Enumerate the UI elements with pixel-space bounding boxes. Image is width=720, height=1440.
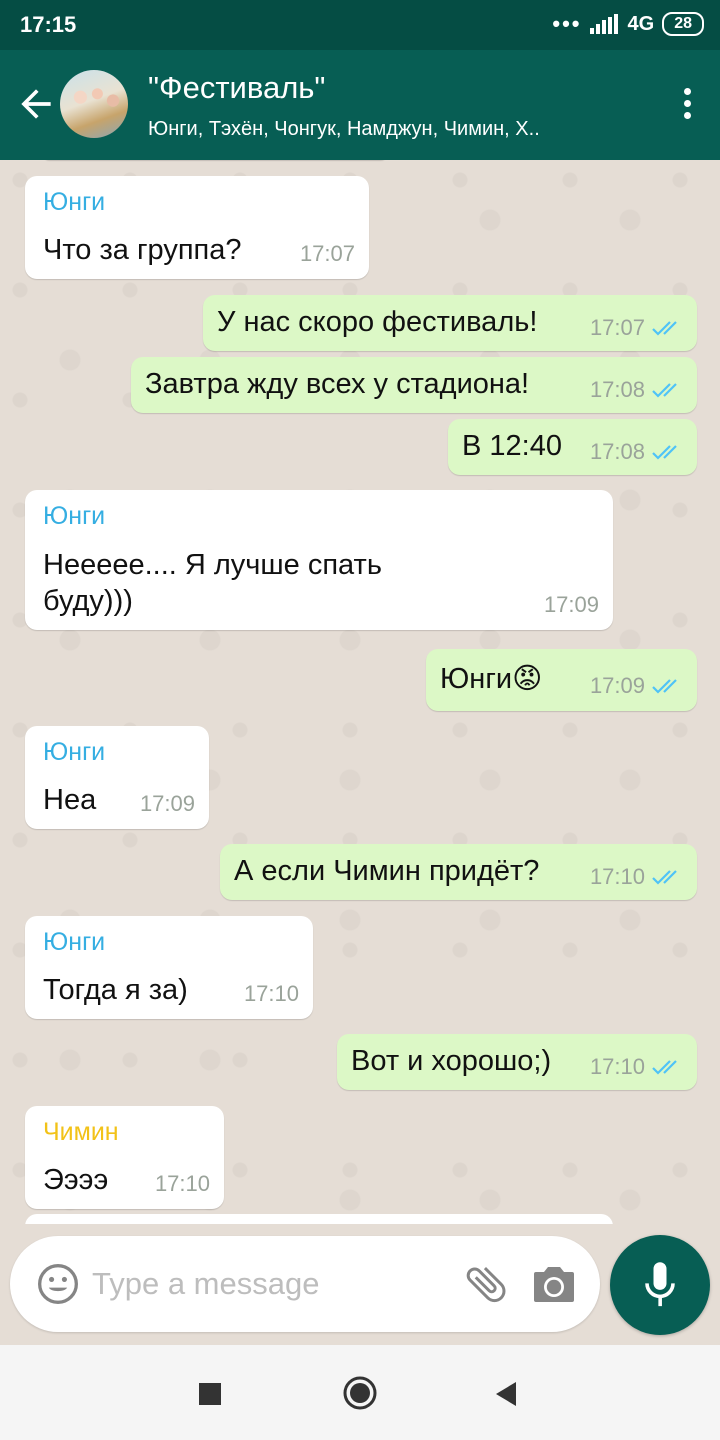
message-bubble-outgoing[interactable]: Юнги😡 17:09: [426, 649, 697, 711]
double-check-icon: [652, 321, 677, 336]
status-bar: 17:15 ••• 4G 28: [0, 0, 720, 50]
message-text: Что за группа?: [43, 234, 242, 266]
message-text: Юнги😡: [440, 663, 543, 695]
more-vert-icon[interactable]: [680, 88, 694, 122]
back-triangle-icon[interactable]: [494, 1381, 518, 1407]
message-list[interactable]: Юнги Что за группа? 17:07 У нас скоро фе…: [0, 160, 720, 1224]
message-input-bar[interactable]: Type a message: [10, 1236, 600, 1332]
mic-icon: [645, 1262, 675, 1307]
chat-header: "Фестиваль" Юнги, Тэхён, Чонгук, Намджун…: [0, 50, 720, 160]
double-check-icon: [652, 679, 677, 694]
message-time: 17:07: [299, 241, 355, 266]
message-bubble-incoming[interactable]: Юнги Неа 17:09: [25, 726, 209, 829]
message-text: Тогда я за): [43, 974, 188, 1006]
message-time: 17:10: [589, 864, 645, 889]
notification-dots-icon: •••: [552, 11, 582, 36]
message-time: 17:10: [243, 981, 299, 1006]
message-text: Неа: [43, 784, 97, 816]
message-time: 17:09: [543, 592, 599, 617]
message-bubble-incoming[interactable]: Юнги Тогда я за) 17:10: [25, 916, 313, 1019]
chat-title[interactable]: "Фестиваль": [148, 70, 325, 106]
message-bubble-incoming[interactable]: [25, 1214, 613, 1224]
battery-icon: 28: [662, 12, 704, 36]
message-text: А если Чимин придёт?: [234, 855, 540, 887]
emoji-icon[interactable]: [36, 1262, 80, 1306]
message-bubble-outgoing[interactable]: У нас скоро фестиваль! 17:07: [203, 295, 697, 351]
message-time: 17:10: [589, 1054, 645, 1079]
signal-icon: [589, 14, 620, 34]
angry-face-emoji-icon: 😡: [512, 663, 543, 695]
message-time: 17:08: [589, 439, 645, 464]
message-text: Завтра жду всех у стадиона!: [145, 368, 530, 400]
message-bubble-incoming[interactable]: Чимин Ээээ 17:10: [25, 1106, 224, 1209]
double-check-icon: [652, 445, 677, 460]
mic-button[interactable]: [610, 1235, 710, 1335]
message-bubble-incoming[interactable]: Юнги Нееееe.... Я лучше спать буду))) 17…: [25, 490, 613, 630]
message-sender: Чимин: [43, 1118, 119, 1146]
double-check-icon: [652, 870, 677, 885]
message-bubble-incoming[interactable]: Юнги Что за группа? 17:07: [25, 176, 369, 279]
status-time: 17:15: [20, 12, 77, 37]
message-input[interactable]: Type a message: [92, 1266, 319, 1302]
message-sender: Юнги: [43, 188, 106, 216]
message-text: У нас скоро фестиваль!: [217, 306, 538, 338]
system-navigation-bar: [0, 1345, 720, 1440]
message-time: 17:07: [589, 315, 645, 340]
back-arrow-icon[interactable]: [14, 82, 58, 126]
message-time: 17:08: [589, 377, 645, 402]
message-text: Ээээ: [43, 1164, 109, 1196]
message-bubble-outgoing[interactable]: Завтра жду всех у стадиона! 17:08: [131, 357, 697, 413]
home-circle-icon[interactable]: [342, 1375, 378, 1411]
camera-icon[interactable]: [530, 1262, 578, 1306]
group-avatar[interactable]: [60, 70, 128, 138]
paperclip-icon[interactable]: [462, 1260, 510, 1308]
message-sender: Юнги: [43, 502, 106, 530]
message-sender: Юнги: [43, 928, 106, 956]
message-text-line: буду))): [43, 585, 133, 617]
message-text: Вот и хорошо;): [351, 1045, 552, 1077]
recents-square-icon[interactable]: [199, 1383, 221, 1405]
message-text: В 12:40: [462, 430, 562, 462]
message-bubble-outgoing[interactable]: Вот и хорошо;) 17:10: [337, 1034, 697, 1090]
chat-participants[interactable]: Юнги, Тэхён, Чонгук, Намджун, Чимин, Х..: [148, 118, 618, 141]
network-type: 4G: [627, 12, 655, 35]
message-text-line: Нееееe.... Я лучше спать: [43, 549, 382, 581]
message-bubble-outgoing[interactable]: В 12:40 17:08: [448, 419, 697, 475]
double-check-icon: [652, 1060, 677, 1075]
message-time: 17:10: [154, 1171, 210, 1196]
message-sender: Юнги: [43, 738, 106, 766]
double-check-icon: [652, 383, 677, 398]
message-time: 17:09: [589, 673, 645, 698]
status-icons: ••• 4G 28: [552, 12, 704, 36]
message-time: 17:09: [139, 791, 195, 816]
message-bubble-outgoing[interactable]: А если Чимин придёт? 17:10: [220, 844, 697, 900]
